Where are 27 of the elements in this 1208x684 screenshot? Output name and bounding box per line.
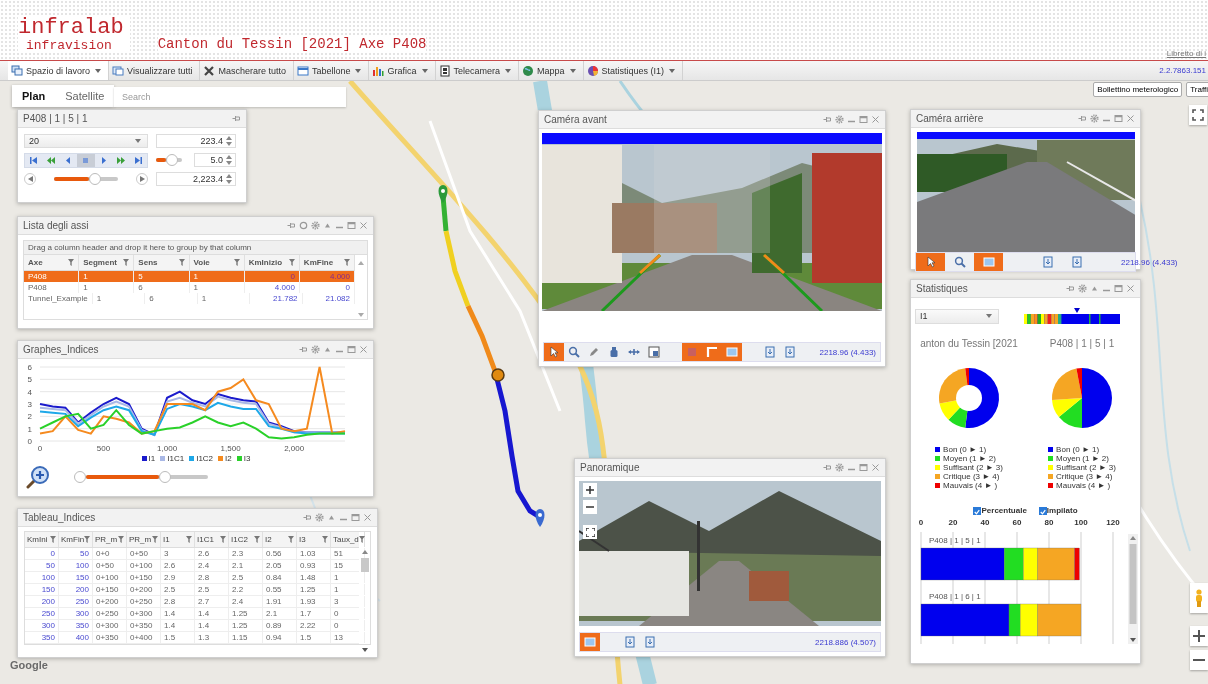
help-link[interactable]: Libretto di i — [1166, 49, 1206, 58]
menu-item[interactable]: Telecamera — [435, 61, 520, 80]
pie-chart-icon — [586, 64, 599, 77]
menu-item[interactable]: Visualizzare tutti — [109, 61, 201, 80]
caret-icon — [669, 68, 676, 73]
menu-item[interactable]: Spazio di lavoro — [8, 61, 110, 80]
globe-icon — [522, 64, 535, 77]
windows-icon — [11, 64, 23, 77]
caret-icon — [355, 68, 362, 73]
logo-subtitle: infravision — [25, 39, 113, 52]
film-icon — [438, 64, 451, 77]
cross-icon — [203, 64, 216, 77]
caret-icon — [505, 68, 512, 73]
windows-icon — [112, 64, 125, 77]
menu-item[interactable]: Mappa — [519, 61, 584, 80]
menu-item[interactable]: Tabellone — [293, 61, 370, 80]
logo-text: infralab — [18, 17, 124, 39]
menu-item[interactable]: Mascherare tutto — [200, 61, 294, 80]
caret-icon — [569, 68, 576, 73]
project-title: Canton du Tessin [2021] Axe P408 — [157, 36, 427, 52]
version-label: 2.2.7863.151 — [1159, 66, 1207, 75]
bar-chart-icon — [372, 64, 385, 77]
caret-icon — [95, 68, 102, 73]
menu-item[interactable]: Statistiques (I1) — [583, 61, 684, 80]
menu-item[interactable]: Grafica — [369, 61, 436, 80]
caret-icon — [421, 68, 428, 73]
table-icon — [296, 64, 309, 77]
